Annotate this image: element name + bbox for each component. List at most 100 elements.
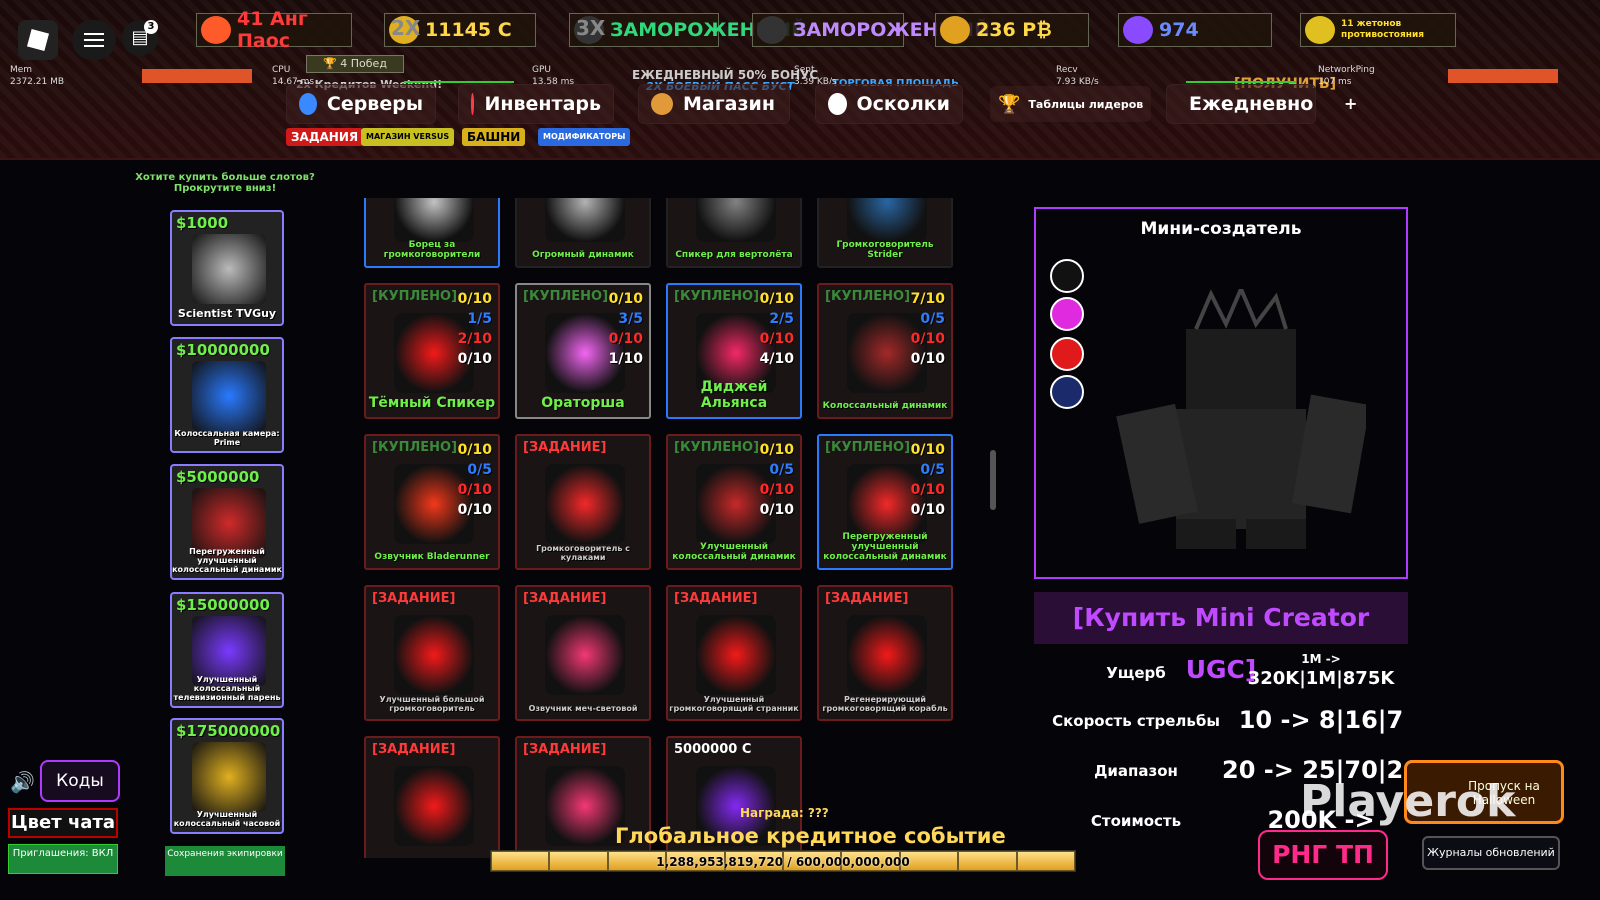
recv-graph	[1186, 69, 1296, 83]
unit-stats: 0/10 2/5 0/10 4/10	[760, 289, 794, 369]
unit-stat-value: 0/10	[759, 331, 794, 347]
nav-leaderboard[interactable]: 🏆 Таблицы лидеров	[990, 86, 1152, 122]
unit-stats: 7/10 0/5 0/10 0/10	[911, 289, 945, 369]
unit-stat-value: 0/5	[467, 462, 492, 478]
wins-badge: 🏆 4 Побед	[306, 55, 404, 73]
tag-mods[interactable]: МОДИФИКАТОРЫ	[538, 128, 631, 146]
unit-card[interactable]: [ЗАДАНИЕ] Улучшенный большой громкоговори…	[364, 585, 500, 721]
perf-ping: NetworkPing 107 ms	[1318, 65, 1375, 87]
unit-card[interactable]: 31/512/1013/10Борец за громкоговорители	[364, 198, 500, 268]
laptop-icon[interactable]	[1050, 259, 1084, 293]
tag-versus[interactable]: МАГАЗИН VERSUS	[361, 128, 455, 146]
updates-button[interactable]: Журналы обновлений	[1422, 836, 1560, 870]
unit-card[interactable]: 7/59/107/10Громкоговоритель Strider	[817, 198, 953, 268]
unit-card[interactable]: [ЗАДАНИЕ] Громкоговоритель с кулаками	[515, 434, 651, 570]
slot-price: $1000	[176, 214, 229, 232]
chat-color-button[interactable]: Цвет чата	[8, 808, 118, 838]
slot-name: Улучшенный колоссальный часовой	[173, 810, 281, 828]
unit-stat-value: 0/5	[920, 462, 945, 478]
unit-card[interactable]: [ЗАДАНИЕ] Улучшенный громкоговорящий стра…	[666, 585, 802, 721]
tag-tasks[interactable]: ЗАДАНИЯ	[286, 128, 364, 146]
unit-stat-value: 2/10	[457, 331, 492, 347]
slot-card[interactable]: $175000000 Улучшенный колоссальный часово…	[170, 718, 284, 834]
unit-card[interactable]: [КУПЛЕНО] 0/10 0/5 0/10 0/10 Озвучник Bladeru…	[364, 434, 500, 570]
divide-icon[interactable]	[1050, 297, 1084, 331]
stat-robux-value: 236 P₿	[976, 18, 1052, 41]
unit-name: Улучшенный громкоговорящий странник	[669, 695, 799, 713]
unit-card[interactable]: [КУПЛЕНО] 7/10 0/5 0/10 0/10 Колоссальный дин…	[817, 283, 953, 419]
stat-row: Ущерб 1M -> 320K|1M|875K	[1040, 652, 1420, 692]
nav-shop[interactable]: Магазин	[638, 84, 790, 124]
unit-card[interactable]: [КУПЛЕНО] 0/10 3/5 0/10 1/10 Ораторша	[515, 283, 651, 419]
unit-card[interactable]: [КУПЛЕНО] 0/10 1/5 2/10 0/10 Тёмный Спикер	[364, 283, 500, 419]
unit-card[interactable]: 6/53/108/10Спикер для вертолёта	[666, 198, 802, 268]
nav-daily[interactable]: Ежедневно	[1166, 84, 1316, 124]
slot-name: Улучшенный колоссальный телевизионный па…	[173, 675, 281, 702]
unit-status: 5000000 C	[674, 742, 752, 757]
unit-stat-value: 0/10	[759, 442, 794, 458]
unit-name: Улучшенный большой громкоговоритель	[379, 695, 485, 713]
unit-card[interactable]: [КУПЛЕНО] 0/10 2/5 0/10 4/10 Диджей Альянса	[666, 283, 802, 419]
unit-status: [КУПЛЕНО]	[372, 440, 458, 455]
trophy-icon: 🏆	[998, 93, 1021, 115]
unit-stat-value: 1/10	[608, 351, 643, 367]
slot-card[interactable]: $5000000 Перегруженный улучшенный колосса…	[170, 464, 284, 580]
unit-stat-value: 0/10	[457, 291, 492, 307]
plus-button[interactable]: +	[1344, 94, 1357, 113]
rng-tp-button[interactable]: РНГ ТП	[1258, 830, 1388, 880]
unit-card[interactable]: [ЗАДАНИЕ] Регенерирующий громкоговорящий …	[817, 585, 953, 721]
unit-art	[696, 615, 776, 695]
nav-servers[interactable]: Серверы	[286, 84, 436, 124]
nav-daily-label: Ежедневно	[1189, 93, 1314, 115]
menu-icon[interactable]	[72, 20, 116, 60]
nav-inventory[interactable]: Инвентарь	[458, 84, 614, 124]
unit-card[interactable]: [КУПЛЕНО] 0/10 0/5 0/10 0/10 Улучшенный колос…	[666, 434, 802, 570]
tag-towers[interactable]: БАШНИ	[462, 128, 526, 146]
trophy-icon: 🏆	[323, 57, 337, 70]
unit-name: Регенерирующий громкоговорящий корабль	[822, 695, 948, 713]
event-progress-text: 1,288,953,819,720 / 600,000,000,000	[656, 855, 910, 869]
speaker-icon[interactable]: 🔊	[10, 770, 35, 794]
slot-art	[192, 742, 266, 812]
unit-name: Борец за громкоговорители	[383, 240, 481, 260]
stat-key: Скорость стрельбы	[1052, 712, 1220, 730]
invites-button[interactable]: Приглашения: ВКЛ	[8, 844, 118, 874]
unit-status: [ЗАДАНИЕ]	[372, 742, 456, 757]
unit-card[interactable]: [ЗАДАНИЕ] Озвучник меч-световой	[515, 585, 651, 721]
nav-servers-label: Серверы	[326, 93, 423, 115]
chat-icon[interactable]: ▤ 3	[122, 20, 158, 56]
triangle-icon[interactable]	[1050, 375, 1084, 409]
codes-button[interactable]: Коды	[40, 760, 120, 802]
unit-name: Озвучник меч-световой	[528, 704, 638, 713]
slot-card[interactable]: $10000000 Колоссальная камера: Prime	[170, 337, 284, 453]
unit-stat-value: 0/10	[759, 482, 794, 498]
nav-shop-icon	[651, 93, 673, 115]
unit-name: Тёмный Спикер	[368, 395, 496, 411]
cpu-graph	[404, 69, 514, 83]
reward-text: Награда: ???	[740, 806, 829, 820]
save-loadout-button[interactable]: Сохранения экипировки	[165, 846, 285, 876]
stat-prev: 1M ->	[1301, 652, 1341, 666]
unit-card[interactable]: [ЗАДАНИЕ]	[364, 736, 500, 858]
buy-ugc-button[interactable]: [Купить Mini Creator UGC]	[1034, 592, 1408, 684]
slot-card[interactable]: $15000000 Улучшенный колоссальный телевиз…	[170, 592, 284, 708]
unit-stat-value: 3/5	[618, 311, 643, 327]
unit-card[interactable]: [КУПЛЕНО] 0/10 0/5 0/10 0/10 Перегруженный ул…	[817, 434, 953, 570]
roblox-logo-icon[interactable]	[18, 20, 58, 60]
unit-status: [КУПЛЕНО]	[372, 289, 458, 304]
wins-text: 4 Побед	[340, 57, 387, 70]
grid-scrollbar[interactable]	[990, 450, 996, 510]
slot-art	[192, 361, 266, 431]
nav-shards[interactable]: Осколки	[815, 84, 963, 124]
slot-card[interactable]: $1000 Scientist TVGuy	[170, 210, 284, 326]
unit-status: [ЗАДАНИЕ]	[523, 440, 607, 455]
unit-art	[847, 198, 927, 242]
unit-status: [КУПЛЕНО]	[825, 440, 911, 455]
record-icon[interactable]	[1050, 337, 1084, 371]
unit-card[interactable]: 15/52/1021/10Огромный динамик	[515, 198, 651, 268]
slot-price: $175000000	[176, 722, 281, 740]
stat-credits: 2X 11145 C	[384, 13, 536, 47]
unit-stat-value: 0/10	[759, 291, 794, 307]
unit-name: Громкоговоритель Strider	[836, 240, 934, 260]
stat-crystals: 974	[1118, 13, 1272, 47]
